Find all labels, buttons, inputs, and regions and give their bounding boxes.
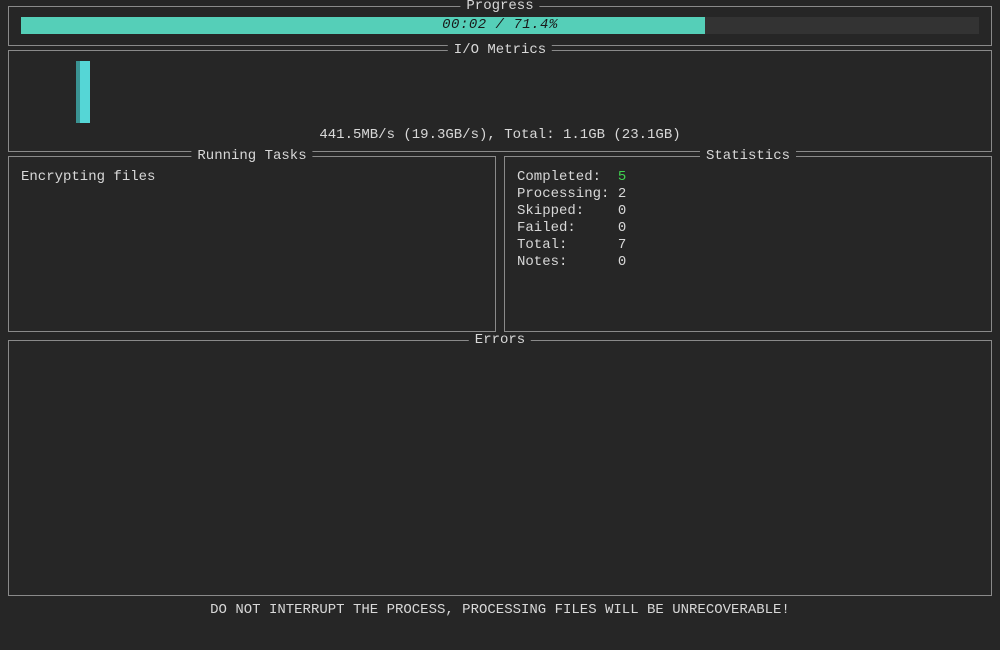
stats-row: Total: 7: [517, 237, 979, 254]
progress-title: Progress: [460, 0, 539, 14]
footer-warning: DO NOT INTERRUPT THE PROCESS, PROCESSING…: [8, 602, 992, 618]
progress-label: 00:02 / 71.4%: [21, 17, 979, 34]
tasks-list: Encrypting files: [21, 169, 483, 186]
stats-label: Notes:: [517, 254, 618, 270]
stats-label: Skipped:: [517, 203, 618, 219]
stats-label: Total:: [517, 237, 618, 253]
stats-title: Statistics: [700, 148, 796, 164]
stats-value: 2: [618, 186, 626, 202]
task-item: Encrypting files: [21, 169, 483, 186]
stats-label: Completed:: [517, 169, 618, 185]
stats-value: 5: [618, 169, 626, 185]
progress-bar: 00:02 / 71.4%: [21, 17, 979, 34]
stats-row: Completed: 5: [517, 169, 979, 186]
io-bar: [76, 61, 80, 123]
statistics-panel: Statistics Completed: 5Processing: 2Skip…: [504, 156, 992, 332]
io-metrics-panel: I/O Metrics 441.5MB/s (19.3GB/s), Total:…: [8, 50, 992, 152]
stats-row: Processing: 2: [517, 186, 979, 203]
io-bars-chart: [21, 61, 979, 123]
stats-value: 0: [618, 254, 626, 270]
stats-row: Notes: 0: [517, 254, 979, 271]
stats-value: 0: [618, 203, 626, 219]
io-title: I/O Metrics: [448, 42, 552, 58]
stats-value: 0: [618, 220, 626, 236]
stats-label: Failed:: [517, 220, 618, 236]
errors-panel: Errors: [8, 340, 992, 596]
stats-row: Skipped: 0: [517, 203, 979, 220]
stats-list: Completed: 5Processing: 2Skipped: 0Faile…: [517, 169, 979, 271]
errors-title: Errors: [469, 332, 531, 348]
io-bar: [80, 61, 90, 123]
running-tasks-panel: Running Tasks Encrypting files: [8, 156, 496, 332]
io-metrics-line: 441.5MB/s (19.3GB/s), Total: 1.1GB (23.1…: [21, 127, 979, 143]
tasks-title: Running Tasks: [191, 148, 312, 164]
stats-value: 7: [618, 237, 626, 253]
stats-row: Failed: 0: [517, 220, 979, 237]
progress-panel: Progress 00:02 / 71.4%: [8, 6, 992, 46]
stats-label: Processing:: [517, 186, 618, 202]
